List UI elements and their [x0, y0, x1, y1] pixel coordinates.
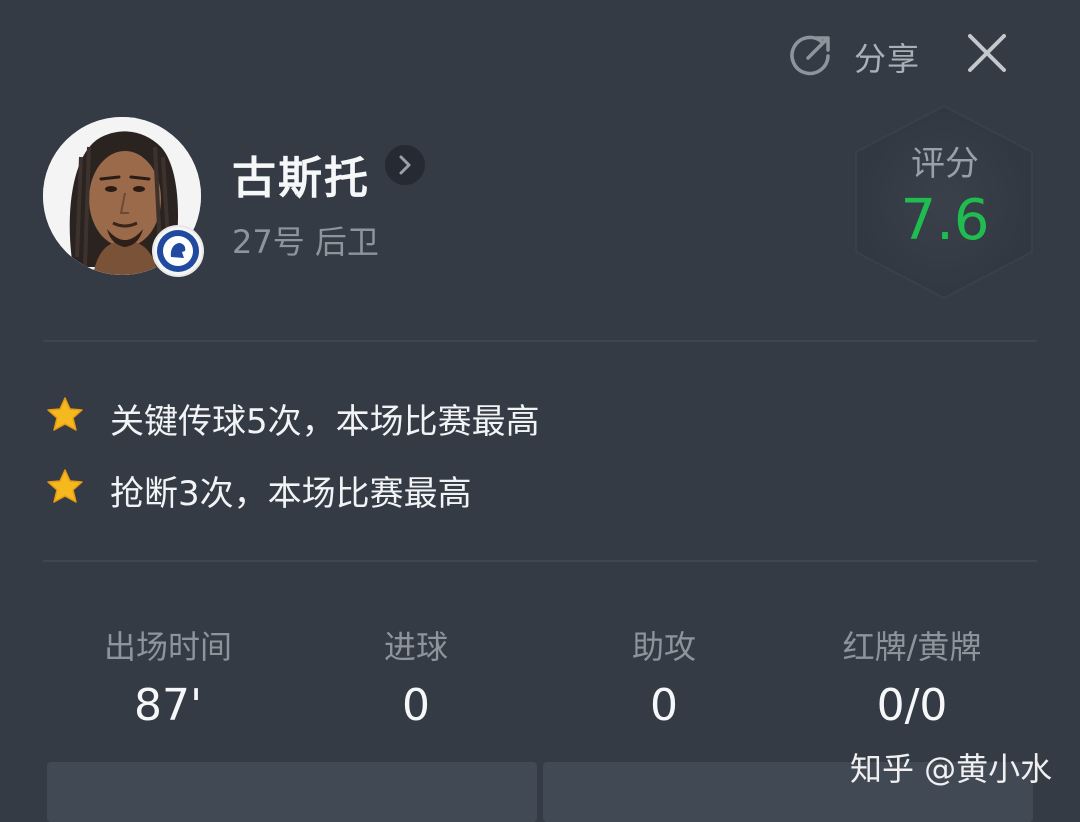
- stat-label-assists: 助攻: [631, 628, 696, 666]
- divider: [43, 340, 1037, 342]
- stat-label-minutes: 出场时间: [103, 628, 232, 666]
- stat-value-minutes: 87': [133, 680, 203, 731]
- highlight-text: 抢断3次，本场比赛最高: [110, 474, 472, 514]
- close-icon[interactable]: [964, 30, 1010, 76]
- stat-label-cards: 红牌/黄牌: [842, 628, 982, 666]
- stat-value-cards: 0/0: [876, 680, 948, 731]
- player-number-position: 27号 后卫: [232, 223, 379, 261]
- watermark: 知乎 @黄小水: [850, 750, 1053, 788]
- star-icon: [47, 469, 83, 503]
- divider: [43, 560, 1037, 562]
- highlight-text: 关键传球5次，本场比赛最高: [110, 402, 540, 442]
- share-label[interactable]: 分享: [854, 34, 920, 80]
- chevron-right-icon[interactable]: [385, 145, 425, 185]
- share-icon[interactable]: [788, 32, 834, 78]
- star-icon: [47, 397, 83, 431]
- rating-value: 7.6: [900, 188, 990, 253]
- stat-label-goals: 进球: [383, 628, 448, 666]
- stat-value-assists: 0: [650, 680, 678, 731]
- stat-value-goals: 0: [402, 680, 430, 731]
- player-name[interactable]: 古斯托: [232, 142, 370, 206]
- rating-label: 评分: [911, 144, 979, 184]
- detail-panel[interactable]: [47, 762, 537, 822]
- club-badge-icon: [152, 225, 204, 277]
